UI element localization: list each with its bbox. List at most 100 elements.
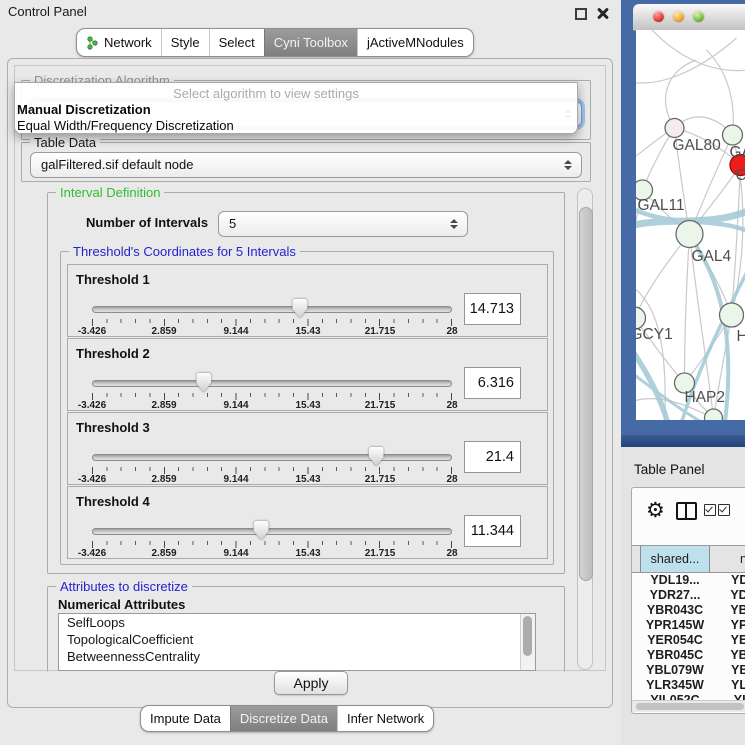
threshold-panel-4: Threshold 4 -3.4262.8599.14415.4321.7152… bbox=[67, 486, 548, 559]
threshold-value-field[interactable]: 21.4 bbox=[464, 441, 521, 473]
interval-definition-group: Interval Definition Number of Intervals … bbox=[47, 192, 565, 574]
tick-label: 28 bbox=[446, 400, 457, 411]
numerical-attributes-label: Numerical Attributes bbox=[58, 597, 185, 612]
table-data-combobox[interactable]: galFiltered.sif default node bbox=[30, 152, 582, 178]
list-item[interactable]: TopologicalCoefficient bbox=[59, 631, 535, 648]
node[interactable] bbox=[720, 303, 744, 327]
scrollbar-thumb[interactable] bbox=[636, 703, 744, 710]
tab-jactivemnodules[interactable]: jActiveMNodules bbox=[357, 29, 473, 56]
tab-infer-network[interactable]: Infer Network bbox=[337, 706, 433, 731]
list-item[interactable]: SelfLoops bbox=[59, 614, 535, 631]
threshold-value-field[interactable]: 11.344 bbox=[464, 515, 521, 547]
node-label: GA bbox=[730, 144, 745, 161]
control-panel-titlebar: Control Panel bbox=[0, 0, 621, 24]
table-row[interactable]: YBL079WYBL0 bbox=[632, 663, 745, 678]
network-view[interactable]: GAL80 GA C GAL11 GAL4 GCY1 H HAP2 bbox=[636, 30, 745, 420]
tab-discretize-data[interactable]: Discretize Data bbox=[230, 706, 337, 731]
tick-label: 9.144 bbox=[223, 326, 248, 337]
slider-thumb[interactable] bbox=[196, 373, 211, 392]
numerical-attributes-list[interactable]: SelfLoops TopologicalCoefficient Between… bbox=[58, 613, 536, 671]
dropdown-placeholder: Select algorithm to view settings bbox=[15, 86, 517, 101]
top-tab-bar: Network Style Select Cyni Toolbox jActiv… bbox=[76, 28, 474, 57]
threshold-panel-2: Threshold 2 -3.4262.8599.14415.4321.7152… bbox=[67, 338, 548, 411]
node-gal80[interactable] bbox=[665, 119, 684, 138]
node-label: GAL80 bbox=[673, 137, 722, 154]
close-icon[interactable] bbox=[597, 7, 609, 19]
network-window: GAL80 GA C GAL11 GAL4 GCY1 H HAP2 bbox=[621, 0, 745, 447]
slider-track[interactable] bbox=[92, 380, 452, 387]
thresholds-group: Threshold's Coordinates for 5 Intervals … bbox=[60, 251, 554, 565]
gear-icon[interactable] bbox=[646, 496, 665, 524]
slider-track[interactable] bbox=[92, 454, 452, 461]
table-cell: YER054C bbox=[640, 633, 710, 648]
tick-label: 28 bbox=[446, 474, 457, 485]
table-row[interactable]: YER054CYER0 bbox=[632, 633, 745, 648]
tab-impute-data[interactable]: Impute Data bbox=[141, 706, 230, 731]
slider-ticks bbox=[92, 319, 452, 326]
table-row[interactable]: YDR27...YDR2 bbox=[632, 588, 745, 603]
zoom-button[interactable] bbox=[693, 11, 704, 22]
table-hscrollbar[interactable] bbox=[632, 700, 745, 712]
slider-thumb[interactable] bbox=[369, 447, 384, 466]
discretize-settings-panel: Discretization Algorithm Table Data galF… bbox=[14, 65, 606, 671]
node-gal4[interactable] bbox=[676, 221, 703, 248]
slider-tick-labels: -3.4262.8599.14415.4321.71528 bbox=[92, 474, 452, 485]
panel-scrollbar[interactable] bbox=[577, 188, 593, 670]
table-row[interactable]: YPR145WYPR1 bbox=[632, 618, 745, 633]
list-item[interactable]: BetweennessCentrality bbox=[59, 648, 535, 665]
table-row[interactable]: YDL19...YDL1 bbox=[632, 573, 745, 588]
checkbox-icon[interactable] bbox=[704, 504, 716, 516]
slider-track[interactable] bbox=[92, 306, 452, 313]
node[interactable] bbox=[723, 125, 743, 145]
threshold-label: Threshold 4 bbox=[76, 494, 150, 509]
tick-label: 15.43 bbox=[295, 474, 320, 485]
node-label: GAL11 bbox=[638, 197, 685, 214]
tick-label: 21.715 bbox=[365, 400, 396, 411]
group-title: Interval Definition bbox=[56, 185, 164, 200]
split-columns-icon[interactable] bbox=[676, 502, 697, 520]
threshold-value-field[interactable]: 6.316 bbox=[464, 367, 521, 399]
slider-thumb[interactable] bbox=[254, 521, 269, 540]
tab-style[interactable]: Style bbox=[161, 29, 209, 56]
minimize-button[interactable] bbox=[673, 11, 684, 22]
close-button[interactable] bbox=[653, 11, 664, 22]
scrollbar-thumb[interactable] bbox=[579, 207, 593, 581]
slider-ticks bbox=[92, 467, 452, 474]
checkbox-icon[interactable] bbox=[718, 504, 730, 516]
node[interactable] bbox=[705, 409, 723, 420]
num-intervals-combobox[interactable]: 5 bbox=[218, 211, 468, 237]
column-header-shared-name[interactable]: shared... bbox=[640, 546, 710, 572]
table-cell: YBR0 bbox=[711, 648, 745, 663]
tick-label: 15.43 bbox=[295, 326, 320, 337]
slider-track[interactable] bbox=[92, 528, 452, 535]
dropdown-item-manual-discretization[interactable]: Manual Discretization bbox=[17, 102, 151, 118]
slider-thumb[interactable] bbox=[292, 299, 307, 318]
tick-label: 2.859 bbox=[151, 474, 176, 485]
group-title: Attributes to discretize bbox=[56, 579, 192, 594]
dropdown-item-equal-width-frequency[interactable]: Equal Width/Frequency Discretization bbox=[17, 118, 234, 134]
node-label: GAL4 bbox=[692, 248, 732, 265]
list-scrollbar[interactable] bbox=[520, 614, 535, 670]
float-icon[interactable] bbox=[575, 8, 587, 20]
threshold-value-field[interactable]: 14.713 bbox=[464, 293, 521, 325]
table-row[interactable]: YBR045CYBR0 bbox=[632, 648, 745, 663]
column-header-name[interactable]: na bbox=[711, 546, 745, 572]
table-cell: YDR27... bbox=[640, 588, 710, 603]
slider-ticks bbox=[92, 393, 452, 400]
table-row[interactable]: YLR345WYLR3 bbox=[632, 678, 745, 693]
table-panel-region: Table Panel shared... na YDL19...YDL1YDR… bbox=[621, 447, 745, 745]
threshold-label: Threshold 2 bbox=[76, 346, 150, 361]
tab-network[interactable]: Network bbox=[77, 29, 161, 56]
tab-cyni-toolbox[interactable]: Cyni Toolbox bbox=[264, 29, 357, 56]
tick-label: 28 bbox=[446, 326, 457, 337]
tick-label: 9.144 bbox=[223, 548, 248, 559]
node-label: GCY1 bbox=[636, 326, 673, 343]
attributes-group: Attributes to discretize Numerical Attri… bbox=[47, 586, 565, 672]
table-body: YDL19...YDL1YDR27...YDR2YBR043CYBR0YPR14… bbox=[632, 573, 745, 708]
tick-label: -3.426 bbox=[78, 326, 106, 337]
cyni-toolbox-panel: Discretization Algorithm Table Data galF… bbox=[7, 58, 613, 708]
apply-button[interactable]: Apply bbox=[274, 671, 348, 695]
table-row[interactable]: YBR043CYBR0 bbox=[632, 603, 745, 618]
tick-label: 15.43 bbox=[295, 400, 320, 411]
tab-select[interactable]: Select bbox=[209, 29, 264, 56]
